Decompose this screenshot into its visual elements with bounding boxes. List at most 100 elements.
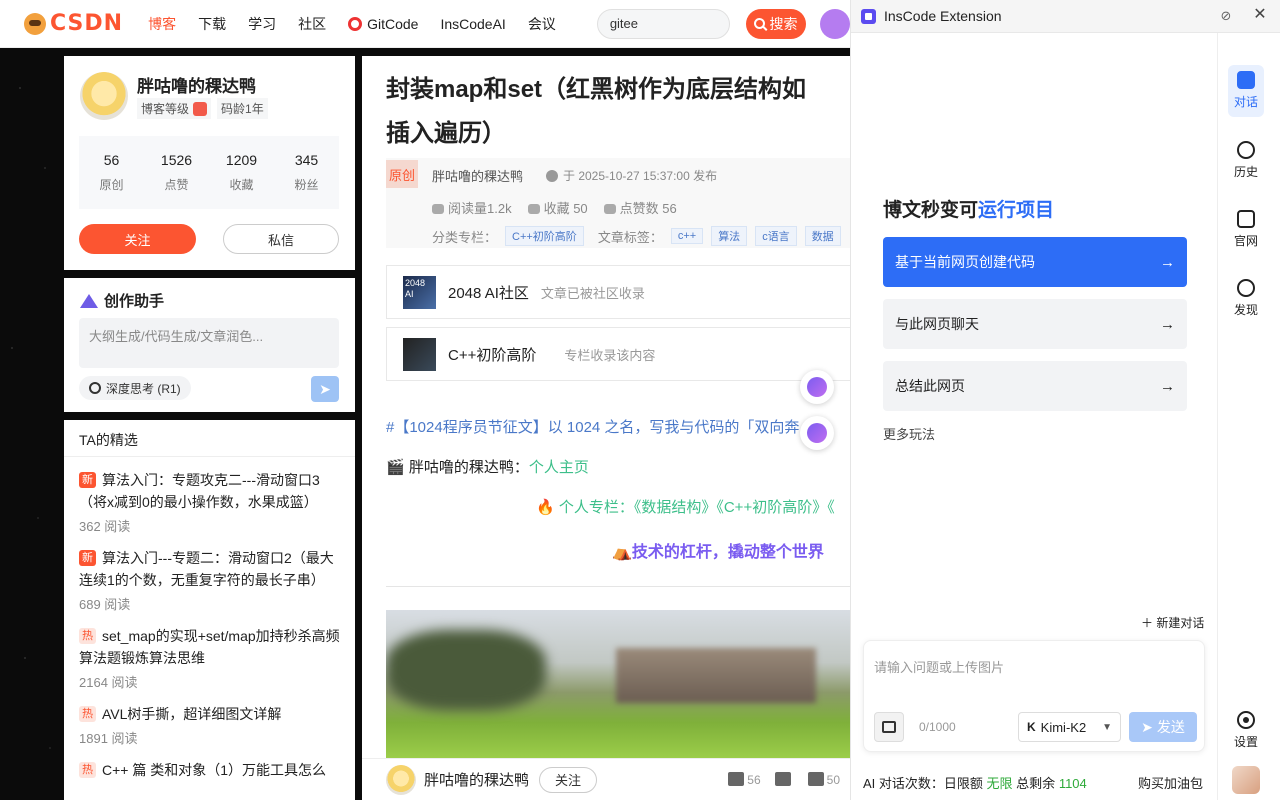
stat-label: 粉丝 [294, 178, 319, 192]
list-item[interactable]: 新算法入门---专题二：滑动窗口2（最大连续1的个数，无重复字符的最长子串） 6… [64, 535, 355, 613]
level-badge[interactable]: 博客等级 [137, 98, 212, 119]
extension-header: InsCode Extension ⊘ ✕ [851, 0, 1280, 33]
chat-page-button[interactable]: 与此网页聊天 → [883, 299, 1187, 349]
rail-item-discover[interactable]: 发现 [1228, 279, 1264, 318]
bottom-avatar[interactable] [386, 764, 416, 795]
article-author[interactable]: 胖咕噜的稞达鸭 [432, 166, 523, 185]
avatar[interactable] [80, 72, 128, 120]
csdn-logo[interactable]: CSDN [24, 11, 123, 36]
quota-info: AI 对话次数：日限额 无限 总剩余 1104 [863, 773, 1087, 792]
purple-action-button[interactable] [820, 8, 850, 39]
nav-item-inscode[interactable]: InsCodeAI [440, 16, 505, 32]
send-icon: ➤ [1141, 718, 1153, 735]
rail-item-chat[interactable]: 对话 [1228, 65, 1264, 117]
nav-item-gitcode[interactable]: GitCode [348, 16, 418, 32]
send-button[interactable]: ➤ 发送 [1129, 712, 1197, 742]
floating-ai-button[interactable] [800, 370, 834, 404]
nav-item-learn[interactable]: 学习 [248, 14, 276, 34]
arrow-right-icon: → [1160, 253, 1175, 271]
tag-pill[interactable]: c++ [670, 228, 704, 244]
list-item-title[interactable]: 新算法入门：专题攻克二---滑动窗口3（将x减到0的最小操作数，水果成篮） [79, 469, 340, 513]
message-button[interactable]: 私信 [223, 224, 339, 254]
rail-label: 历史 [1233, 165, 1258, 179]
homepage-link[interactable]: 个人主页 [529, 459, 589, 476]
nav-item-community[interactable]: 社区 [298, 14, 326, 34]
create-code-button[interactable]: 基于当前网页创建代码 → [883, 237, 1187, 287]
profile-name[interactable]: 胖咕噜的稞达鸭 [137, 72, 256, 97]
author-line: 🎬 胖咕噜的稞达鸭：个人主页 [386, 456, 589, 477]
favorite-button[interactable]: 50 [807, 772, 840, 787]
list-item-title[interactable]: 热 C++ 篇 类和对象（1）万能工具怎么 [79, 759, 340, 781]
nav-item-blog[interactable]: 博客 [148, 14, 176, 34]
thumb-up-icon [728, 772, 745, 786]
column-card[interactable]: C++初阶高阶 专栏收录该内容 [386, 327, 850, 381]
rail-item-website[interactable]: 官网 [1228, 210, 1264, 249]
event-link[interactable]: #【1024程序员节征文】以 1024 之名，写我与代码的「双向奔 [386, 416, 799, 437]
send-label: 发送 [1156, 719, 1185, 735]
community-card[interactable]: 2048 AI 2048 AI社区 文章已被社区收录 [386, 265, 850, 319]
floating-robot-button[interactable] [800, 416, 834, 450]
new-chat-button[interactable]: ＋ 新建对话 [1141, 614, 1204, 631]
stat-label: 原创 [99, 178, 124, 192]
list-item[interactable]: 热 AVL树手撕，超详细图文详解 1891 阅读 [64, 691, 355, 747]
chat-input[interactable]: 请输入问题或上传图片 [874, 657, 1004, 676]
bottom-follow-button[interactable]: 关注 [539, 766, 598, 793]
chevron-down-icon: ▼ [1102, 721, 1112, 733]
stat-label: 收藏 [229, 178, 254, 192]
search-input[interactable]: gitee [596, 8, 730, 39]
stat-label: 点赞 [164, 178, 189, 192]
tag-pill[interactable]: 数据 [804, 226, 841, 246]
quota-remaining: 1104 [1058, 776, 1087, 791]
close-icon[interactable]: ✕ [1252, 7, 1268, 23]
search-button[interactable]: 搜索 [745, 8, 807, 39]
summarize-page-button[interactable]: 总结此网页 → [883, 361, 1187, 411]
creator-prompt-input[interactable]: 大纲生成/代码生成/文章润色... [79, 318, 339, 368]
buy-pack-link[interactable]: 购买加油包 [1138, 773, 1203, 792]
age-badge: 码龄1年 [217, 98, 268, 119]
columns-line[interactable]: 🔥 个人专栏：《数据结构》《C++初阶高阶》《 [536, 496, 835, 517]
user-avatar[interactable] [1232, 766, 1260, 794]
community-logo: 2048 AI [403, 275, 436, 309]
settings-button[interactable]: 设置 [1228, 711, 1264, 750]
send-icon: ➤ [319, 380, 331, 397]
promo-heading: 博文秒变可运行项目 [883, 195, 1054, 222]
model-select[interactable]: K Kimi-K2 ▼ [1018, 712, 1121, 742]
unpin-icon[interactable]: ⊘ [1219, 9, 1233, 23]
bottom-author-name[interactable]: 胖咕噜的稞达鸭 [424, 769, 529, 790]
upload-image-button[interactable] [874, 712, 904, 742]
hot-tag: 热 [79, 628, 96, 644]
dislike-button[interactable] [774, 772, 794, 787]
creator-send-button[interactable]: ➤ [311, 376, 339, 402]
hot-tag: 热 [79, 762, 96, 778]
more-features-link[interactable]: 更多玩法 [883, 424, 935, 443]
robot-float-icon [807, 423, 827, 443]
stat-fans[interactable]: 345 粉丝 [274, 136, 339, 209]
stat-original[interactable]: 56 原创 [79, 136, 144, 209]
gitcode-label: GitCode [367, 15, 419, 32]
deep-think-toggle[interactable]: 深度思考 (R1) [79, 376, 191, 400]
quota-unlimited: 无限 [986, 776, 1013, 791]
article-title: 封装map和set（红黑树作为底层结构如 插入遍历） [386, 68, 846, 156]
category-label: 分类专栏： [432, 229, 498, 245]
tag-pill[interactable]: 算法 [711, 226, 748, 246]
follow-button[interactable]: 关注 [79, 224, 196, 254]
stat-favorites[interactable]: 1209 收藏 [209, 136, 274, 209]
stat-likes[interactable]: 1526 点赞 [144, 136, 209, 209]
rail-item-history[interactable]: 历史 [1228, 141, 1264, 180]
chat-input-box[interactable]: 请输入问题或上传图片 0/1000 K Kimi-K2 ▼ ➤ 发送 [863, 640, 1205, 752]
list-item[interactable]: 新算法入门：专题攻克二---滑动窗口3（将x减到0的最小操作数，水果成篮） 36… [64, 457, 355, 535]
list-item[interactable]: 热 set_map的实现+set/map加持秒杀高频算法题锻炼算法思维 2164 … [64, 613, 355, 691]
home-icon [1237, 210, 1255, 228]
nav-item-meeting[interactable]: 会议 [528, 14, 556, 34]
list-item-title[interactable]: 热 set_map的实现+set/map加持秒杀高频算法题锻炼算法思维 [79, 625, 340, 669]
list-item[interactable]: 热 C++ 篇 类和对象（1）万能工具怎么 [64, 747, 355, 781]
ai-float-icon [807, 377, 827, 397]
list-item-title[interactable]: 热 AVL树手撕，超详细图文详解 [79, 703, 340, 725]
extension-title: InsCode Extension [884, 8, 1002, 24]
like-button[interactable]: 56 [728, 772, 761, 787]
profile-card: 胖咕噜的稞达鸭 博客等级 码龄1年 56 原创 1526 点赞 1209 收藏 345… [64, 56, 355, 270]
list-item-title[interactable]: 新算法入门---专题二：滑动窗口2（最大连续1的个数，无重复字符的最长子串） [79, 547, 340, 591]
nav-item-download[interactable]: 下载 [198, 14, 226, 34]
category-pill[interactable]: C++初阶高阶 [505, 226, 584, 246]
tag-pill[interactable]: c语言 [755, 226, 797, 246]
